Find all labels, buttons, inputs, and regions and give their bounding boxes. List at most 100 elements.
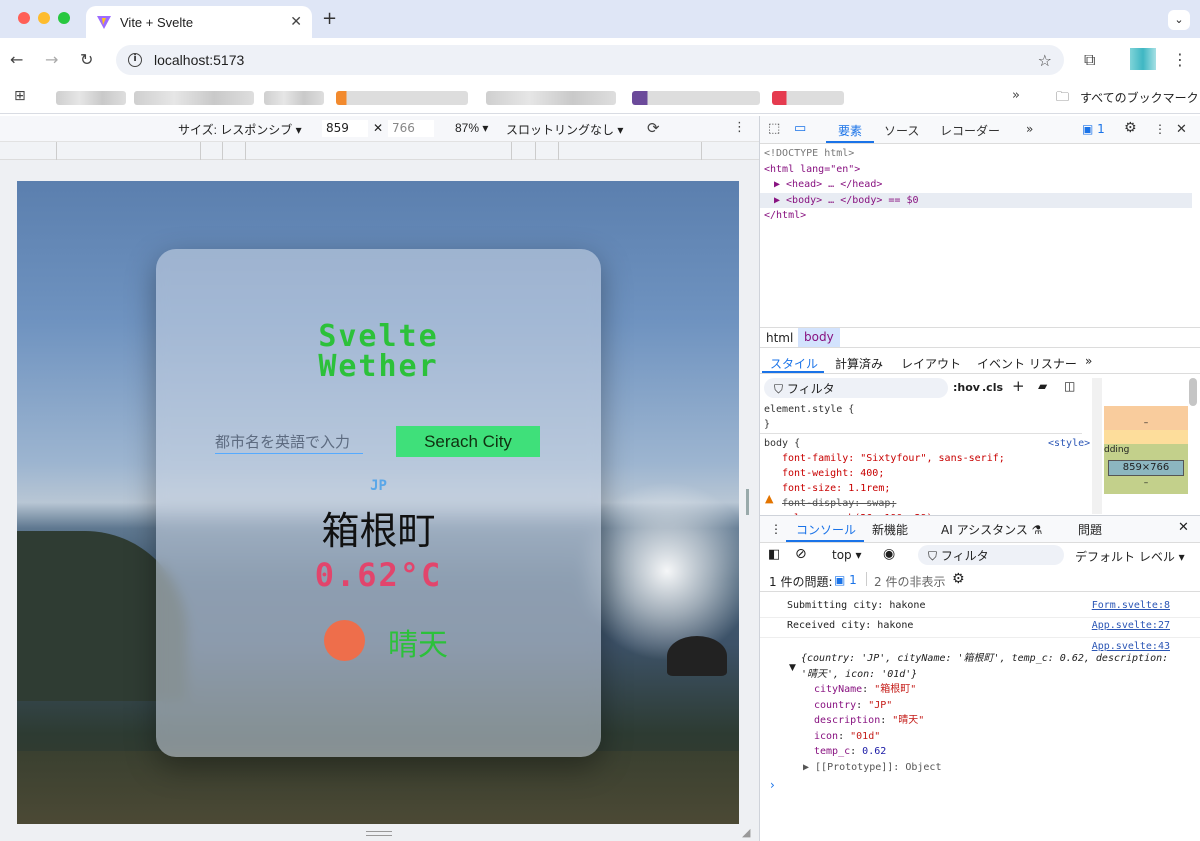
tab-computed[interactable]: 計算済み <box>835 355 883 372</box>
console-settings-gear-icon[interactable]: ⚙ <box>952 571 965 587</box>
forward-icon[interactable]: → <box>45 50 58 69</box>
close-tab-icon[interactable]: ✕ <box>290 14 302 30</box>
back-icon[interactable]: ← <box>10 50 23 69</box>
css-declaration[interactable]: font-family: "Sixtyfour", sans-serif; <box>764 451 1082 466</box>
sidebar-toggle-icon[interactable]: ◫ <box>1064 379 1075 393</box>
device-toggle-icon[interactable]: ▭ <box>794 121 806 136</box>
bookmark-item[interactable] <box>632 91 760 105</box>
issues-count-button[interactable]: ▣ 1 <box>834 573 857 587</box>
media-query-ruler[interactable] <box>0 142 759 160</box>
console-sidebar-icon[interactable]: ◧ <box>768 547 780 562</box>
apps-grid-icon[interactable]: ⊞ <box>14 88 26 104</box>
style-source-link[interactable]: <style> <box>1048 438 1090 449</box>
tab-sources[interactable]: ソース <box>884 122 919 139</box>
inspect-element-icon[interactable]: ⬚ <box>768 121 780 136</box>
bottom-resize-handle[interactable] <box>366 831 392 836</box>
log-level-select[interactable]: デフォルト レベル ▾ <box>1075 548 1185 565</box>
address-bar[interactable]: i localhost:5173 ☆ <box>116 45 1064 75</box>
corner-resize-icon[interactable]: ◢ <box>742 826 750 839</box>
more-bookmarks-icon[interactable]: » <box>1012 88 1020 103</box>
dom-node[interactable]: <!DOCTYPE html> <box>764 146 1192 162</box>
bookmark-item[interactable] <box>134 91 254 105</box>
bookmark-star-icon[interactable]: ☆ <box>1038 51 1052 70</box>
app-title: Svelte Wether <box>156 322 601 382</box>
hover-state-toggle[interactable]: :hov <box>953 381 980 394</box>
minimize-window-button[interactable] <box>38 12 50 24</box>
css-declaration[interactable]: font-weight: 400; <box>764 466 1082 481</box>
tab-issues[interactable]: 問題 <box>1078 521 1102 538</box>
search-city-button[interactable]: Serach City <box>396 426 540 457</box>
tab-search-icon[interactable]: ⌄ <box>1168 10 1190 30</box>
border-box <box>1104 430 1188 444</box>
filter-icon: ⛉ <box>928 549 941 563</box>
zoom-select[interactable]: 87% ▾ <box>455 121 488 135</box>
box-model-scrollbar[interactable] <box>1189 378 1197 406</box>
dom-node[interactable]: <html lang="en"> <box>764 162 1192 178</box>
tab-elements[interactable]: 要素 <box>838 122 862 139</box>
class-toggle[interactable]: .cls <box>982 381 1003 394</box>
browser-tab[interactable]: Vite + Svelte ✕ <box>86 6 312 38</box>
viewport-height-input[interactable]: 766 <box>388 120 434 137</box>
ruler-tick <box>56 142 57 160</box>
clear-console-icon[interactable]: ⊘ <box>795 546 807 562</box>
object-summary[interactable]: {country: 'JP', cityName: '箱根町', temp_c:… <box>787 651 1177 682</box>
browser-menu-icon[interactable]: ⋮ <box>1172 50 1188 69</box>
log-source-link[interactable]: Form.svelte:8 <box>1092 600 1170 611</box>
object-log: {country: 'JP', cityName: '箱根町', temp_c:… <box>787 651 1177 775</box>
devtools-menu-icon[interactable]: ⋮ <box>1154 122 1166 136</box>
tab-whats-new[interactable]: 新機能 <box>872 521 908 538</box>
all-bookmarks-link[interactable]: すべてのブックマーク <box>1080 89 1199 106</box>
issues-badge[interactable]: ▣ 1 <box>1082 122 1105 136</box>
log-source-link[interactable]: App.svelte:27 <box>1092 620 1170 631</box>
styles-scrollbar[interactable] <box>1092 378 1102 514</box>
context-select[interactable]: top ▾ <box>832 548 862 562</box>
close-window-button[interactable] <box>18 12 30 24</box>
console-prompt-icon[interactable]: › <box>770 778 775 792</box>
tab-styles[interactable]: スタイル <box>770 355 818 372</box>
dom-node-selected[interactable]: ▶ <body> … </body> == $0 <box>760 192 1192 208</box>
console-filter[interactable]: ⛉ フィルタ <box>918 545 1064 565</box>
site-info-icon[interactable]: i <box>128 53 142 67</box>
live-expression-eye-icon[interactable]: ◉ <box>883 546 895 562</box>
tab-console[interactable]: コンソール <box>796 521 856 538</box>
object-prototype[interactable]: ▶ [[Prototype]]: Object <box>787 760 1177 776</box>
bookmark-item[interactable] <box>486 91 616 105</box>
tab-event-listeners[interactable]: イベント リスナー <box>977 355 1077 372</box>
more-tabs-icon[interactable]: » <box>1026 122 1033 136</box>
dom-node[interactable]: </html> <box>764 208 1192 224</box>
css-declaration[interactable]: font-display: swap; <box>764 496 1082 511</box>
close-drawer-icon[interactable]: ✕ <box>1178 520 1189 535</box>
paint-icon[interactable]: ▰ <box>1038 379 1047 393</box>
new-tab-icon[interactable]: + <box>322 8 337 29</box>
tab-recorder[interactable]: レコーダー <box>940 122 1000 139</box>
city-input[interactable] <box>215 430 363 454</box>
profile-avatar[interactable] <box>1130 48 1156 70</box>
bookmark-item[interactable] <box>56 91 126 105</box>
bookmark-item[interactable] <box>772 91 844 105</box>
breadcrumb-html[interactable]: html <box>766 331 793 345</box>
drawer-menu-icon[interactable]: ⋮ <box>770 522 782 536</box>
reload-icon[interactable]: ↻ <box>80 50 93 69</box>
breadcrumb-body[interactable]: body <box>798 328 840 347</box>
settings-gear-icon[interactable]: ⚙ <box>1124 120 1137 136</box>
close-devtools-icon[interactable]: ✕ <box>1176 122 1187 137</box>
country-code: JP <box>370 478 387 494</box>
tab-ai-assistance[interactable]: AI アシスタンス ⚗ <box>941 521 1042 538</box>
throttling-select[interactable]: スロットリングなし ▾ <box>506 121 623 138</box>
bookmark-item[interactable] <box>336 91 468 105</box>
device-size-select[interactable]: サイズ: レスポンシブ ▾ <box>178 121 302 138</box>
bookmark-item[interactable] <box>264 91 324 105</box>
css-declaration[interactable]: font-size: 1.1rem; <box>764 481 1082 496</box>
maximize-window-button[interactable] <box>58 12 70 24</box>
device-menu-icon[interactable]: ⋮ <box>733 120 746 135</box>
extensions-icon[interactable]: ⧉ <box>1084 50 1095 70</box>
dom-node[interactable]: ▶ <head> … </head> <box>764 177 1192 193</box>
rotate-icon[interactable]: ⟳ <box>647 119 660 137</box>
styles-filter[interactable]: ⛉ フィルタ <box>764 378 948 398</box>
viewport-width-input[interactable]: 859 <box>322 120 368 137</box>
new-rule-icon[interactable]: + <box>1012 377 1025 395</box>
tab-layout[interactable]: レイアウト <box>901 355 961 372</box>
more-subtabs-icon[interactable]: » <box>1085 354 1092 368</box>
box-model-diagram: – dding 859×766 – <box>1104 378 1188 514</box>
viewport-resize-handle[interactable] <box>746 489 749 515</box>
